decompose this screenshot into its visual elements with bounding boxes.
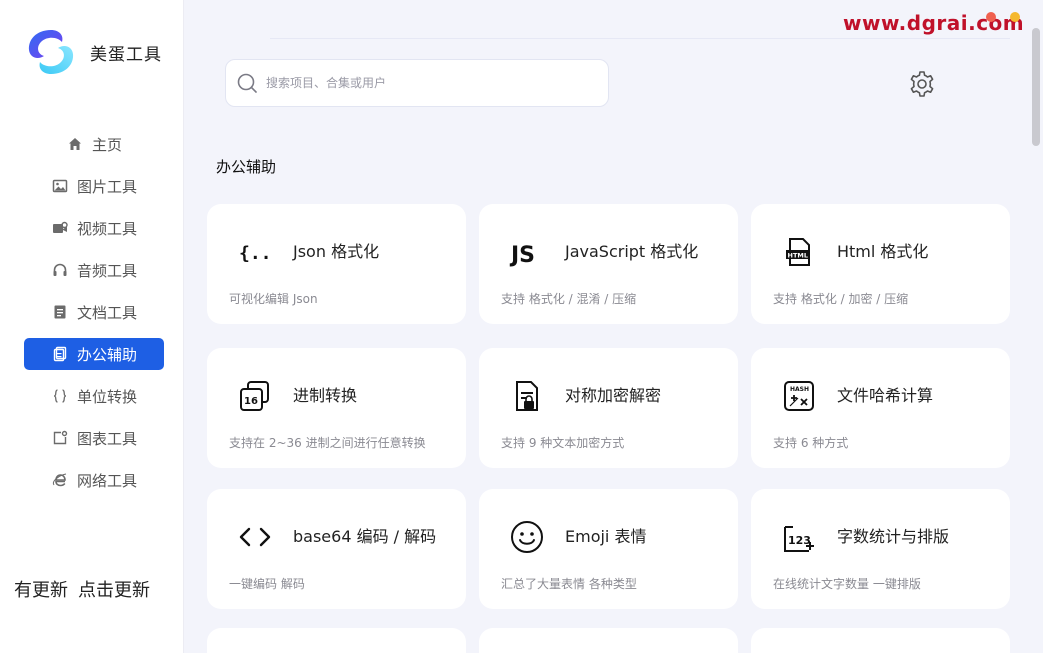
- sidebar-item-network-tools[interactable]: 网络工具: [24, 464, 164, 496]
- tool-card-html[interactable]: HTML Html 格式化 支持 格式化 / 加密 / 压缩: [751, 204, 1010, 324]
- tool-card-word-count[interactable]: 123 字数统计与排版 在线统计文字数量 一键排版: [751, 489, 1010, 609]
- javascript-icon: JS: [507, 232, 547, 272]
- sidebar-item-label: 图表工具: [76, 429, 137, 448]
- sidebar-item-label: 视频工具: [76, 219, 137, 238]
- search-input[interactable]: [266, 76, 586, 90]
- json-icon: {..}: [235, 232, 275, 272]
- card-desc: 可视化编辑 Json: [229, 292, 318, 306]
- sidebar-item-label: 音频工具: [76, 261, 137, 280]
- card-title: Emoji 表情: [565, 527, 647, 546]
- watermark: www.dgrai.com: [843, 11, 1025, 35]
- card-title: 对称加密解密: [565, 386, 662, 405]
- svg-text:16: 16: [244, 396, 258, 407]
- card-title: Json 格式化: [293, 242, 380, 261]
- sidebar-item-label: 主页: [91, 135, 122, 154]
- braces-icon: [51, 387, 69, 405]
- app-name: 美蛋工具: [90, 44, 162, 65]
- tool-card-emoji[interactable]: Emoji 表情 汇总了大量表情 各种类型: [479, 489, 738, 609]
- card-desc: 一键编码 解码: [229, 577, 305, 591]
- document-icon: [51, 303, 69, 321]
- card-title: 文件哈希计算: [837, 386, 934, 405]
- top-divider: [270, 38, 1010, 39]
- update-available-text: 有更新: [14, 580, 68, 601]
- sidebar-item-label: 文档工具: [76, 303, 137, 322]
- tool-card-javascript[interactable]: JS JavaScript 格式化 支持 格式化 / 混淆 / 压缩: [479, 204, 738, 324]
- tool-card-json[interactable]: {..} Json 格式化 可视化编辑 Json: [207, 204, 466, 324]
- tool-card-partial[interactable]: [751, 628, 1010, 653]
- headphones-icon: [51, 261, 69, 279]
- scrollbar-thumb[interactable]: [1032, 28, 1040, 146]
- card-desc: 支持在 2~36 进制之间进行任意转换: [229, 436, 426, 450]
- window-minimize-dot[interactable]: [1010, 12, 1020, 22]
- tool-card-encrypt[interactable]: 对称加密解密 支持 9 种文本加密方式: [479, 348, 738, 468]
- emoji-icon: [507, 517, 547, 557]
- html-icon: HTML: [779, 232, 819, 272]
- tool-card-partial[interactable]: [479, 628, 738, 653]
- card-title: 字数统计与排版: [837, 527, 950, 546]
- svg-text:HTML: HTML: [788, 252, 808, 260]
- sidebar: 美蛋工具 主页 图片工具 视频工具 音频工具 文档工具 办公辅助 单位转换 图表…: [0, 0, 184, 653]
- card-title: JavaScript 格式化: [565, 242, 699, 261]
- tool-card-base-convert[interactable]: 16 进制转换 支持在 2~36 进制之间进行任意转换: [207, 348, 466, 468]
- search-box[interactable]: [225, 59, 609, 107]
- svg-text:{..}: {..}: [239, 243, 273, 264]
- sidebar-item-audio-tools[interactable]: 音频工具: [24, 254, 164, 286]
- search-icon: [237, 73, 257, 93]
- sidebar-item-document-tools[interactable]: 文档工具: [24, 296, 164, 328]
- hash-icon: HASH: [779, 376, 819, 416]
- code-brackets-icon: [235, 517, 275, 557]
- sidebar-item-label: 网络工具: [76, 471, 137, 490]
- browser-icon: [51, 471, 69, 489]
- sidebar-item-chart-tools[interactable]: 图表工具: [24, 422, 164, 454]
- card-title: base64 编码 / 解码: [293, 527, 437, 546]
- sidebar-nav: 主页 图片工具 视频工具 音频工具 文档工具 办公辅助 单位转换 图表工具 网络…: [24, 128, 164, 506]
- update-notice: 有更新 点击更新: [14, 576, 150, 602]
- sidebar-item-office-assist[interactable]: 办公辅助: [24, 338, 164, 370]
- settings-gear-icon[interactable]: [907, 69, 937, 99]
- sidebar-item-home[interactable]: 主页: [24, 128, 164, 160]
- card-desc: 汇总了大量表情 各种类型: [501, 577, 637, 591]
- sidebar-item-video-tools[interactable]: 视频工具: [24, 212, 164, 244]
- base-convert-icon: 16: [235, 376, 275, 416]
- card-title: 进制转换: [293, 386, 358, 405]
- app-logo-icon: [28, 30, 74, 74]
- card-desc: 在线统计文字数量 一键排版: [773, 577, 921, 591]
- encrypt-icon: [507, 376, 547, 416]
- sidebar-item-label: 办公辅助: [76, 345, 137, 364]
- chart-icon: [51, 429, 69, 447]
- tool-card-base64[interactable]: base64 编码 / 解码 一键编码 解码: [207, 489, 466, 609]
- card-desc: 支持 格式化 / 加密 / 压缩: [773, 292, 909, 306]
- brand[interactable]: 美蛋工具: [22, 26, 162, 78]
- sidebar-item-label: 单位转换: [76, 387, 137, 406]
- card-desc: 支持 6 种方式: [773, 436, 849, 450]
- svg-text:HASH: HASH: [790, 386, 809, 393]
- update-button[interactable]: 点击更新: [78, 580, 150, 601]
- window-close-dot[interactable]: [986, 12, 996, 22]
- card-desc: 支持 9 种文本加密方式: [501, 436, 625, 450]
- sidebar-item-label: 图片工具: [76, 177, 137, 196]
- tool-card-hash[interactable]: HASH 文件哈希计算 支持 6 种方式: [751, 348, 1010, 468]
- sidebar-item-unit-convert[interactable]: 单位转换: [24, 380, 164, 412]
- home-icon: [66, 135, 84, 153]
- sidebar-item-image-tools[interactable]: 图片工具: [24, 170, 164, 202]
- section-title: 办公辅助: [216, 158, 277, 176]
- video-icon: [51, 219, 69, 237]
- svg-text:JS: JS: [509, 243, 535, 268]
- office-icon: [51, 345, 69, 363]
- image-icon: [51, 177, 69, 195]
- card-desc: 支持 格式化 / 混淆 / 压缩: [501, 292, 637, 306]
- tool-card-partial[interactable]: [207, 628, 466, 653]
- word-count-icon: 123: [779, 517, 819, 557]
- card-title: Html 格式化: [837, 242, 929, 261]
